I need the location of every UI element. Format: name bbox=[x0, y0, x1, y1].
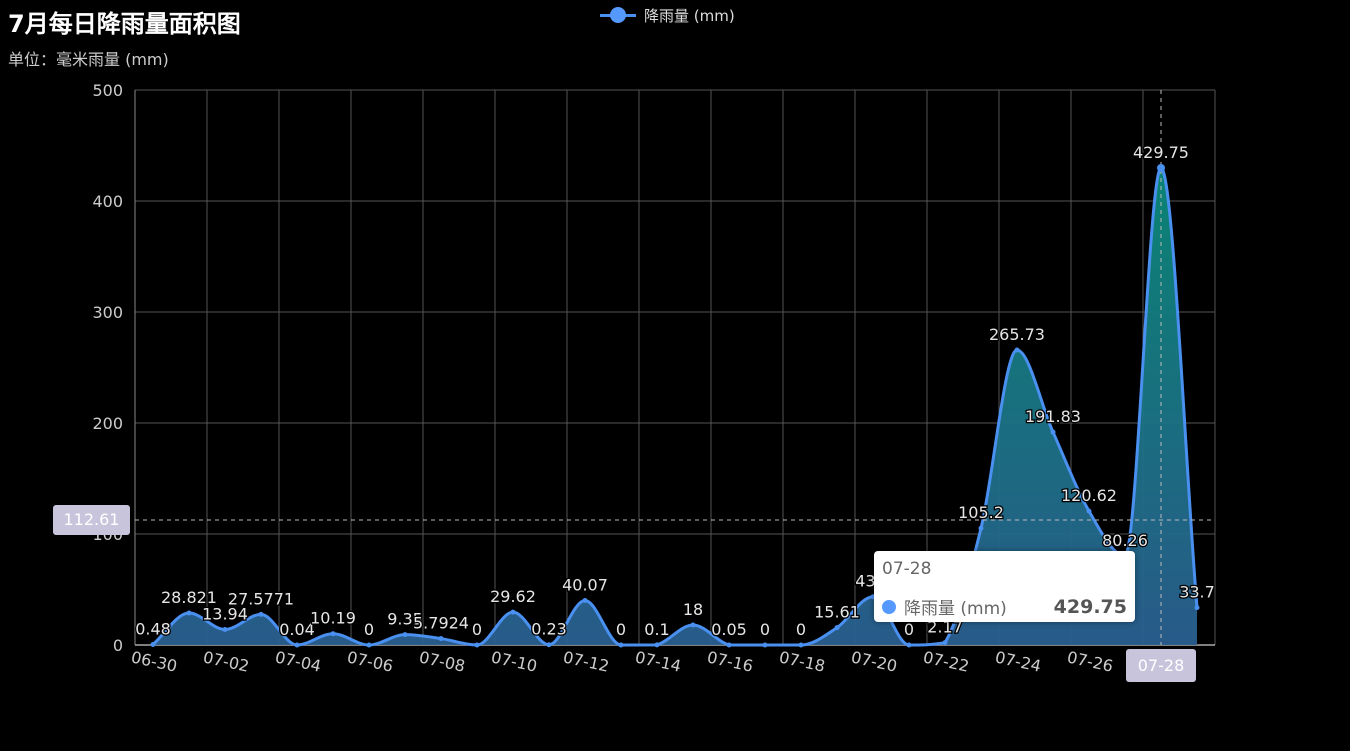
axis-pointer-y-label: 112.61 bbox=[53, 505, 130, 535]
area-chart[interactable]: 010020030040050006-3007-0207-0407-0607-0… bbox=[0, 0, 1350, 751]
data-point bbox=[690, 622, 696, 628]
data-point bbox=[150, 641, 156, 647]
data-point bbox=[330, 631, 336, 637]
tooltip-category: 07-28 bbox=[882, 559, 932, 579]
data-label: 0 bbox=[760, 620, 770, 639]
data-label: 15.61 bbox=[814, 603, 860, 622]
data-label: 265.73 bbox=[989, 325, 1045, 344]
data-label: 0.48 bbox=[135, 619, 171, 638]
y-tick-label: 500 bbox=[92, 81, 123, 100]
data-label: 0 bbox=[796, 620, 806, 639]
data-point bbox=[402, 632, 408, 638]
data-point bbox=[834, 625, 840, 631]
data-label: 0.23 bbox=[531, 620, 567, 639]
x-tick-label: 07-26 bbox=[1065, 647, 1114, 675]
data-label: 105.2 bbox=[958, 503, 1004, 522]
y-tick-label: 300 bbox=[92, 303, 123, 322]
data-point bbox=[294, 642, 300, 648]
data-point bbox=[258, 611, 264, 617]
x-tick-label: 06-30 bbox=[129, 647, 178, 675]
data-point bbox=[762, 642, 768, 648]
data-point bbox=[510, 609, 516, 615]
x-tick-label: 07-02 bbox=[201, 647, 250, 675]
data-point bbox=[546, 642, 552, 648]
data-point bbox=[618, 642, 624, 648]
data-point bbox=[942, 640, 948, 646]
data-point bbox=[1194, 605, 1200, 611]
x-tick-label: 07-14 bbox=[633, 647, 682, 675]
x-tick-label: 07-12 bbox=[561, 647, 610, 675]
axis-pointer-x-label: 07-28 bbox=[1126, 649, 1196, 682]
data-point bbox=[1014, 347, 1020, 353]
data-label: 0.05 bbox=[711, 620, 747, 639]
data-point bbox=[366, 642, 372, 648]
x-tick-label: 07-04 bbox=[273, 647, 322, 675]
data-label: 0 bbox=[904, 620, 914, 639]
data-point bbox=[978, 525, 984, 531]
x-tick-label: 07-16 bbox=[705, 647, 754, 675]
x-tick-label: 07-20 bbox=[849, 647, 898, 675]
data-label: 40.07 bbox=[562, 576, 608, 595]
tooltip-series-dot-icon bbox=[882, 599, 896, 614]
data-label: 0 bbox=[616, 620, 626, 639]
x-tick-label: 07-10 bbox=[489, 647, 538, 675]
data-point bbox=[1157, 163, 1165, 172]
data-label: 80.26 bbox=[1102, 531, 1148, 550]
data-point bbox=[438, 636, 444, 642]
x-tick-label: 07-24 bbox=[993, 647, 1042, 675]
data-point bbox=[474, 642, 480, 648]
tooltip-row: 降雨量 (mm) 429.75 bbox=[882, 594, 1127, 619]
data-label: 33.7 bbox=[1179, 583, 1215, 602]
y-tick-label: 400 bbox=[92, 192, 123, 211]
data-point bbox=[906, 642, 912, 648]
data-label: 0 bbox=[364, 620, 374, 639]
data-point bbox=[798, 642, 804, 648]
data-label: 10.19 bbox=[310, 609, 356, 628]
data-point bbox=[654, 642, 660, 648]
x-tick-label: 07-08 bbox=[417, 647, 466, 675]
data-point bbox=[186, 610, 192, 616]
data-label: 18 bbox=[683, 600, 703, 619]
x-tick-label: 07-06 bbox=[345, 647, 394, 675]
data-label: 191.83 bbox=[1025, 407, 1081, 426]
y-tick-label: 200 bbox=[92, 414, 123, 433]
data-point bbox=[582, 598, 588, 604]
data-point bbox=[1086, 508, 1092, 514]
tooltip-value: 429.75 bbox=[1053, 595, 1127, 618]
data-label: 0 bbox=[472, 620, 482, 639]
data-label: 429.75 bbox=[1133, 143, 1189, 162]
data-point bbox=[1050, 429, 1056, 435]
tooltip: 07-28 降雨量 (mm) 429.75 bbox=[874, 551, 1135, 622]
data-label: 29.62 bbox=[490, 587, 536, 606]
tooltip-series-name: 降雨量 (mm) bbox=[904, 599, 1007, 619]
y-tick-label: 0 bbox=[113, 636, 123, 655]
data-label: 0.1 bbox=[644, 620, 669, 639]
data-label: 5.7924 bbox=[413, 614, 469, 633]
data-point bbox=[222, 627, 228, 633]
data-label: 27.5771 bbox=[228, 589, 294, 608]
data-label: 120.62 bbox=[1061, 486, 1117, 505]
x-tick-label: 07-22 bbox=[921, 647, 970, 675]
data-point bbox=[726, 642, 732, 648]
x-tick-label: 07-18 bbox=[777, 647, 826, 675]
